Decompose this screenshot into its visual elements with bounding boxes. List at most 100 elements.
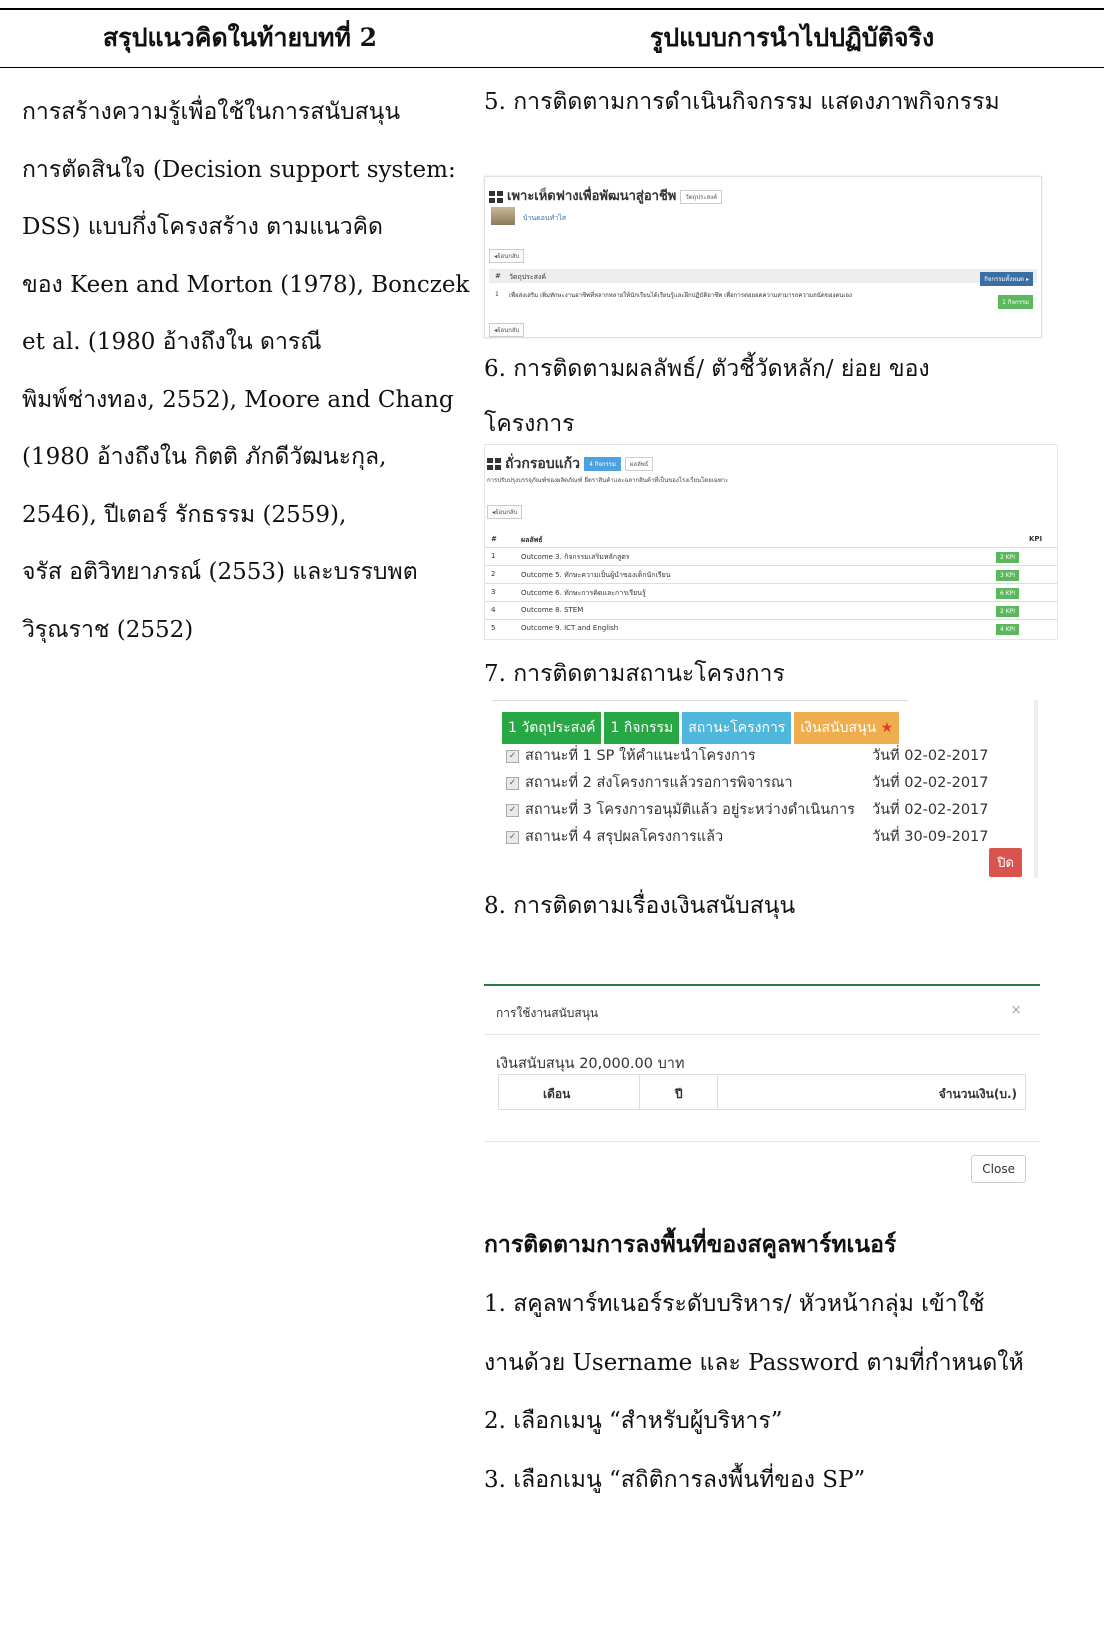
checkbox[interactable]: ✓ [506, 803, 519, 817]
status-label: สถานะที่ 2 ส่งโครงการแล้วรอการพิจารณา [525, 775, 793, 791]
header-right: รูปแบบการนำไปปฏิบัติจริง [649, 23, 935, 52]
item-6-line1: 6. การติดตามผลลัพธ์/ ตัวชี้วัดหลัก/ ย่อย… [484, 356, 930, 382]
col-num: # [495, 272, 501, 280]
row-outcome: Outcome 9. ICT and English [521, 624, 619, 632]
row-num: 2 [491, 570, 496, 578]
grid-icon [487, 458, 501, 470]
sp-section-title: การติดตามการลงพื้นที่ของสคูลพาร์ทเนอร์ [484, 1231, 897, 1258]
table-row: 4 Outcome 8. STEM 2 KPI [485, 601, 1057, 618]
status-label: สถานะที่ 4 สรุปผลโครงการแล้ว [525, 829, 724, 845]
funding-modal: การใช้งานสนับสนุน × เงินสนับสนุน 20,000.… [484, 984, 1040, 1196]
divider [484, 1034, 1040, 1035]
col-num: # [491, 535, 497, 543]
left-line: การตัดสินใจ (Decision support system: [22, 156, 456, 183]
col-year: ปี [675, 1087, 683, 1101]
status-date: วันที่ 02-02-2017 [872, 748, 989, 764]
table-row: 1 Outcome 3. กิจกรรมเสริมหลักสูตร 2 KPI [485, 547, 1057, 564]
back-button[interactable]: ◂ย้อนกลับ [489, 249, 525, 263]
kpi-badge[interactable]: 6 KPI [996, 588, 1020, 599]
close-button[interactable]: ปิด [989, 848, 1022, 877]
col-outcome: ผลลัพธ์ [521, 536, 543, 544]
tab-funding[interactable]: เงินสนับสนุน ★ [794, 712, 900, 744]
activity-title: เพาะเห็ดฟางเพื่อพัฒนาสู่อาชีพ วัตถุประสงค… [489, 185, 723, 206]
col-objective: วัตถุประสงค์ [509, 273, 547, 281]
status-row: ✓ สถานะที่ 1 SP ให้คำแนะนำโครงการ [506, 744, 756, 767]
divider [484, 1141, 1040, 1142]
table-row: 2 Outcome 5. ทักษะความเป็นผู้นำของเด็กนั… [485, 565, 1057, 582]
objective-table-header: # วัตถุประสงค์ กิจกรรมทั้งหมด ▸ [489, 269, 1037, 286]
col-month: เดือน [543, 1087, 571, 1101]
modal-title: การใช้งานสนับสนุน [496, 1006, 599, 1020]
row-num: 1 [491, 552, 496, 560]
item-6-line2: โครงการ [484, 411, 575, 437]
left-line: พิมพ์ช่างทอง, 2552), Moore and Chang [22, 386, 454, 413]
checkbox[interactable]: ✓ [506, 749, 519, 763]
tab-funding-label: เงินสนับสนุน [800, 720, 877, 736]
left-line: 2546), ปีเตอร์ รักธรรม (2559), [22, 501, 347, 528]
all-activities-button[interactable]: กิจกรรมทั้งหมด ▸ [980, 272, 1033, 286]
left-line: จรัส อติวิทยาภรณ์ (2553) และบรรบพต [22, 559, 418, 585]
outcome-title: ถั่วกรอบแก้ว 4 กิจกรรม ผลลัพธ์ [487, 453, 654, 475]
objective-tag[interactable]: วัตถุประสงค์ [680, 189, 723, 204]
activity-title-text: เพาะเห็ดฟางเพื่อพัฒนาสู่อาชีพ [507, 189, 677, 204]
row-outcome: Outcome 5. ทักษะความเป็นผู้นำของเด็กนักเ… [521, 571, 671, 579]
kpi-badge[interactable]: 2 KPI [996, 606, 1020, 617]
checkbox[interactable]: ✓ [506, 830, 519, 844]
status-date: วันที่ 30-09-2017 [872, 829, 989, 845]
status-date: วันที่ 02-02-2017 [872, 802, 989, 818]
kpi-badge[interactable]: 4 KPI [996, 624, 1020, 635]
back-button-bottom[interactable]: ◂ย้อนกลับ [489, 323, 525, 337]
activity-thumbnail[interactable] [491, 207, 515, 225]
sp-step-3: 3. เลือกเมนู “สถิติการลงพื้นที่ของ SP” [484, 1467, 866, 1493]
outcome-description: การปรับปรุงบรรจุภัณฑ์ของผลิตภัณฑ์ ยืดราส… [487, 477, 729, 484]
item-7: 7. การติดตามสถานะโครงการ [484, 661, 785, 687]
kpi-badge[interactable]: 3 KPI [996, 570, 1020, 581]
tab-activity[interactable]: 1 กิจกรรม [604, 712, 680, 744]
outcome-table-header: # ผลลัพธ์ KPI [485, 531, 1057, 548]
row-text: เพื่อส่งเสริม เพิ่มทักษะงานอาชีพที่หลากห… [509, 292, 852, 299]
header-rule [0, 67, 1104, 68]
header-left: สรุปแนวคิดในท้ายบทที่ 2 [102, 23, 378, 52]
left-line: et al. (1980 อ้างถึงใน ดารณี [22, 329, 322, 355]
status-label: สถานะที่ 1 SP ให้คำแนะนำโครงการ [525, 748, 756, 764]
left-summary: การสร้างความรู้เพื่อใช้ในการสนับสนุน การ… [22, 84, 469, 659]
sp-step-1-line1: 1. สคูลพาร์ทเนอร์ระดับบริหาร/ หัวหน้ากลุ… [484, 1291, 985, 1317]
school-link[interactable]: บ้านดอนทำไส [523, 213, 566, 224]
grid-icon [489, 190, 503, 203]
tab-status[interactable]: สถานะโครงการ [682, 712, 792, 744]
status-date: วันที่ 02-02-2017 [872, 775, 989, 791]
scrollbar[interactable] [1034, 700, 1038, 878]
outcome-panel: ถั่วกรอบแก้ว 4 กิจกรรม ผลลัพธ์ การปรับปรุง… [484, 444, 1058, 640]
item-5: 5. การติดตามการดำเนินกิจกรรม แสดงภาพกิจก… [484, 89, 1000, 115]
status-label: สถานะที่ 3 โครงการอนุมัติแล้ว อยู่ระหว่า… [525, 802, 855, 818]
row-outcome: Outcome 8. STEM [521, 606, 584, 614]
outcome-tag[interactable]: ผลลัพธ์ [624, 457, 654, 471]
left-line: การสร้างความรู้เพื่อใช้ในการสนับสนุน [22, 99, 401, 125]
divider [492, 700, 908, 701]
close-icon[interactable]: × [1010, 1002, 1022, 1018]
item-8: 8. การติดตามเรื่องเงินสนับสนุน [484, 893, 796, 919]
star-icon: ★ [880, 720, 894, 736]
status-row: ✓ สถานะที่ 4 สรุปผลโครงการแล้ว [506, 825, 723, 848]
close-button[interactable]: Close [971, 1155, 1026, 1183]
tab-objective[interactable]: 1 วัตถุประสงค์ [502, 712, 602, 744]
status-panel: 1 วัตถุประสงค์ 1 กิจกรรม สถานะโครงการ เงินส… [492, 700, 1038, 878]
activity-panel: เพาะเห็ดฟางเพื่อพัฒนาสู่อาชีพ วัตถุประสงค… [484, 176, 1042, 338]
kpi-badge[interactable]: 2 KPI [996, 552, 1020, 563]
divider [639, 1075, 640, 1109]
col-kpi: KPI [1029, 535, 1043, 543]
activity-tag[interactable]: 4 กิจกรรม [584, 457, 621, 471]
outcome-title-text: ถั่วกรอบแก้ว [505, 456, 580, 472]
divider [717, 1075, 718, 1109]
row-outcome: Outcome 3. กิจกรรมเสริมหลักสูตร [521, 553, 630, 561]
back-button[interactable]: ◂ย้อนกลับ [487, 505, 523, 519]
status-row: ✓ สถานะที่ 3 โครงการอนุมัติแล้ว อยู่ระหว่… [506, 798, 855, 821]
status-tabs: 1 วัตถุประสงค์ 1 กิจกรรม สถานะโครงการ เงินส… [502, 712, 902, 744]
left-line: วิรุณราช (2552) [22, 616, 194, 643]
activity-count-button[interactable]: 1 กิจกรรม [998, 295, 1033, 309]
funding-table: เดือน ปี จำนวนเงิน(บ.) [498, 1074, 1026, 1110]
col-amount: จำนวนเงิน(บ.) [938, 1087, 1017, 1101]
checkbox[interactable]: ✓ [506, 776, 519, 790]
row-num: 3 [491, 588, 496, 596]
row-outcome: Outcome 6. ทักษะการคิดและการเรียนรู้ [521, 589, 646, 597]
